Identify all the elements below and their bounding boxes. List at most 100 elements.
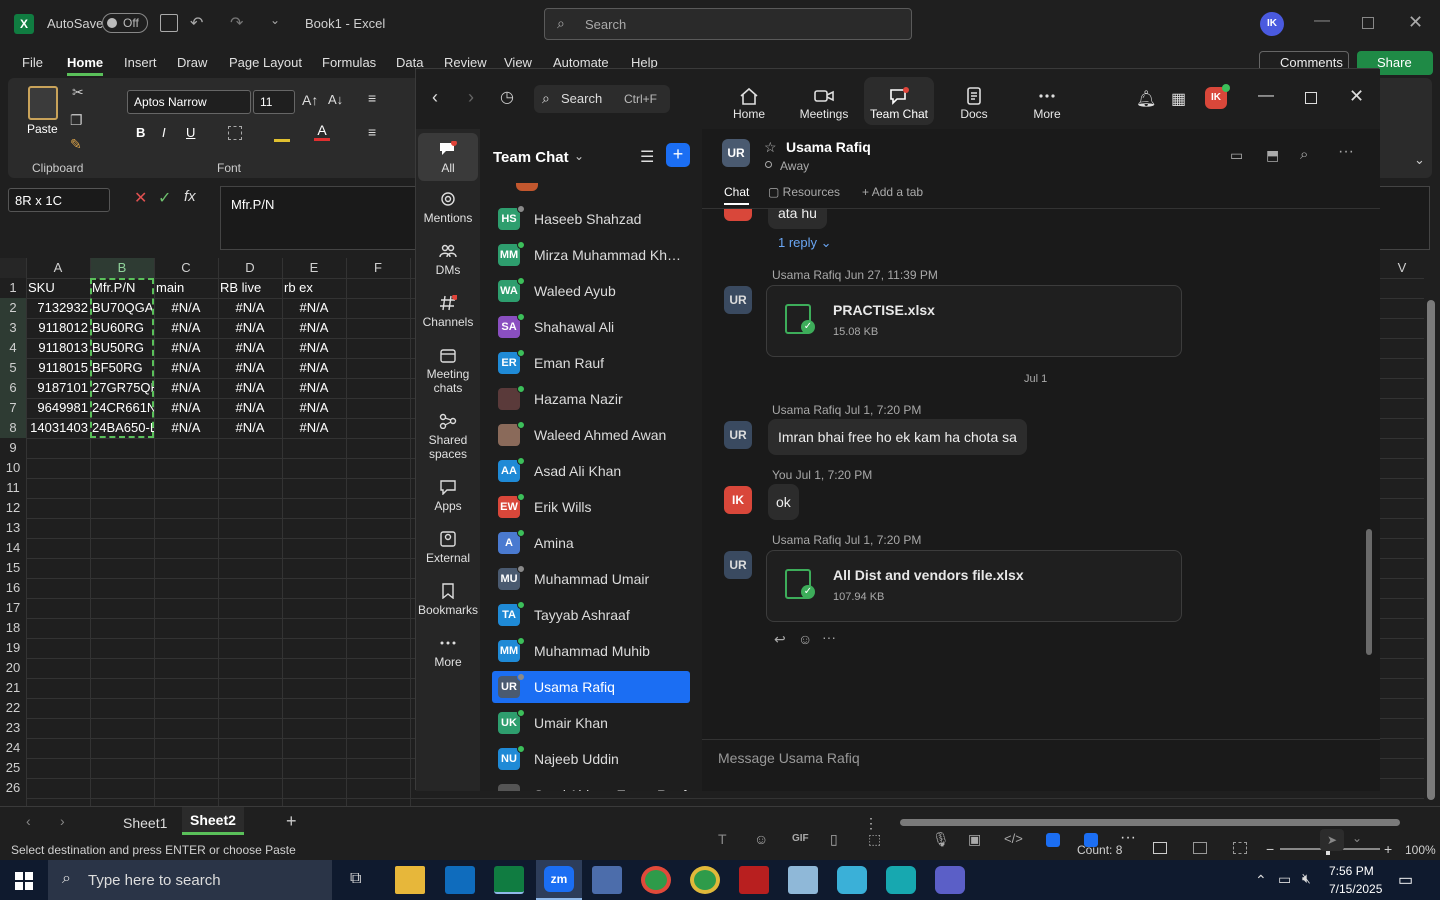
row-header[interactable]: 3 [0,318,26,338]
maximize-icon[interactable] [1305,92,1317,104]
increase-font-icon[interactable]: A↑ [302,92,318,108]
cell[interactable]: main [154,278,218,298]
zoom-in-icon[interactable]: + [1384,841,1392,857]
cell[interactable]: 9187101 [26,378,90,398]
paste-icon[interactable] [28,86,58,120]
nav-tab-more[interactable]: More [1012,77,1082,125]
contact-item[interactable]: SA Shahawal Ali [492,311,690,343]
cell[interactable]: #N/A [154,378,218,398]
nav-tab-team-chat[interactable]: Team Chat [864,77,934,125]
search-icon[interactable]: ⌕ [1300,146,1308,163]
excel-taskbar-icon[interactable] [494,866,524,894]
row-header[interactable]: 9 [0,438,26,458]
file-attachment[interactable]: ✓ All Dist and vendors file.xlsx 107.94 … [766,550,1182,622]
cell[interactable]: #N/A [218,378,282,398]
cell[interactable]: 9118012 [26,318,90,338]
more-options-icon[interactable]: ··· [1338,143,1354,161]
save-icon[interactable] [160,14,178,32]
page-layout-view-icon[interactable] [1193,842,1207,854]
row-header[interactable]: 16 [0,578,26,598]
excel-user-avatar[interactable]: IK [1260,12,1284,36]
row-header[interactable]: 2 [0,298,26,318]
emoji-icon[interactable]: ☺ [754,831,768,847]
sheet-tab-sheet2[interactable]: Sheet2 [182,807,244,835]
cancel-entry-icon[interactable]: ✕ [134,188,147,208]
app-icon[interactable] [788,866,818,894]
column-header-v[interactable]: V [1380,258,1424,278]
filter-icon[interactable]: ☰ [640,147,654,167]
cell[interactable]: #N/A [218,398,282,418]
emoji-reaction-icon[interactable]: ☺ [798,631,812,647]
chat-scrollbar[interactable] [1366,209,1372,739]
filezilla-icon[interactable] [739,866,769,894]
contact-item[interactable]: MM Muhammad Muhib [492,635,690,667]
menu-formulas[interactable]: Formulas [322,55,376,70]
cell[interactable]: #N/A [218,358,282,378]
row-header[interactable]: 7 [0,398,26,418]
cell[interactable]: 9649981 [26,398,90,418]
cell[interactable]: SKU [26,278,90,298]
app-icon[interactable] [886,866,916,894]
new-chat-button[interactable]: + [666,143,690,167]
zoom-level[interactable]: 100% [1405,843,1436,857]
cell[interactable]: 14031403 [26,418,90,438]
chat-contact-name[interactable]: Usama Rafiq [786,139,871,155]
decrease-font-icon[interactable]: A↓ [328,92,343,107]
select-all-corner[interactable] [0,258,26,278]
app-icon[interactable] [837,866,867,894]
insert-function-icon[interactable]: fx [184,188,196,205]
cell[interactable]: #N/A [218,298,282,318]
gif-icon[interactable]: GIF [792,833,809,844]
sheet-tab-sheet1[interactable]: Sheet1 [123,815,167,831]
rail-bookmarks[interactable]: Bookmarks [418,583,478,617]
reply-icon[interactable]: ↩ [774,631,786,648]
contact-item[interactable]: UK Umair Khan [492,707,690,739]
row-header[interactable]: 4 [0,338,26,358]
more-apps-icon[interactable]: ··· [1120,829,1136,847]
close-icon[interactable]: ✕ [1349,86,1364,107]
task-view-icon[interactable]: ⧉ [350,870,361,888]
network-icon[interactable]: ▭ [1278,871,1291,888]
row-header[interactable]: 12 [0,498,26,518]
font-color-icon[interactable]: A [314,122,330,141]
send-options-icon[interactable]: ⌄ [1352,831,1362,845]
contact-item[interactable]: NU Najeeb Uddin [492,743,690,775]
chevron-up-icon[interactable]: ⌃ [1255,872,1267,889]
notifications-icon[interactable]: ▭ [1398,870,1413,890]
taskbar-search-box[interactable]: ⌕ Type here to search [48,860,332,900]
row-header[interactable]: 5 [0,358,26,378]
cell[interactable]: #N/A [154,338,218,358]
format-painter-icon[interactable]: ✎ [70,136,82,153]
contact-item[interactable]: EW Erik Wills [492,491,690,523]
rail-dms[interactable]: DMs [418,243,478,277]
contact-item[interactable]: Waleed Ahmed Awan [492,419,690,451]
row-header[interactable]: 11 [0,478,26,498]
row-header[interactable]: 24 [0,738,26,758]
star-icon[interactable]: ☆ [764,139,777,156]
column-header-f[interactable]: F [346,258,410,278]
nav-tab-meetings[interactable]: Meetings [789,77,859,125]
chrome-profile-icon[interactable] [690,866,720,894]
rail-more[interactable]: More [418,635,478,669]
column-header-d[interactable]: D [218,258,282,278]
redo-icon[interactable]: ↷ [230,13,243,33]
rail-all[interactable]: All [418,133,478,181]
cell[interactable]: #N/A [282,358,346,378]
chevron-down-icon[interactable]: ⌄ [574,149,584,163]
prev-sheet-icon[interactable]: ‹ [26,813,31,829]
forward-arrow-icon[interactable]: › [468,87,474,108]
contact-item[interactable]: WA Waleed Ayub [492,275,690,307]
file-explorer-icon[interactable] [395,866,425,894]
back-arrow-icon[interactable]: ‹ [432,87,438,108]
contact-item[interactable]: ER Eman Rauf [492,347,690,379]
bell-icon[interactable]: 🔔︎ [1136,89,1156,109]
fill-color-icon[interactable] [274,124,290,142]
row-header[interactable]: 8 [0,418,26,438]
clock-date[interactable]: 7/15/2025 [1329,882,1382,896]
restore-icon[interactable] [1362,17,1374,29]
video-message-icon[interactable]: ▣ [968,831,981,848]
code-snippet-icon[interactable]: </> [1004,831,1023,846]
share-screen-icon[interactable]: ⬒ [1266,147,1279,164]
menu-draw[interactable]: Draw [177,55,207,70]
rail-shared-spaces[interactable]: Shared spaces [418,413,478,461]
